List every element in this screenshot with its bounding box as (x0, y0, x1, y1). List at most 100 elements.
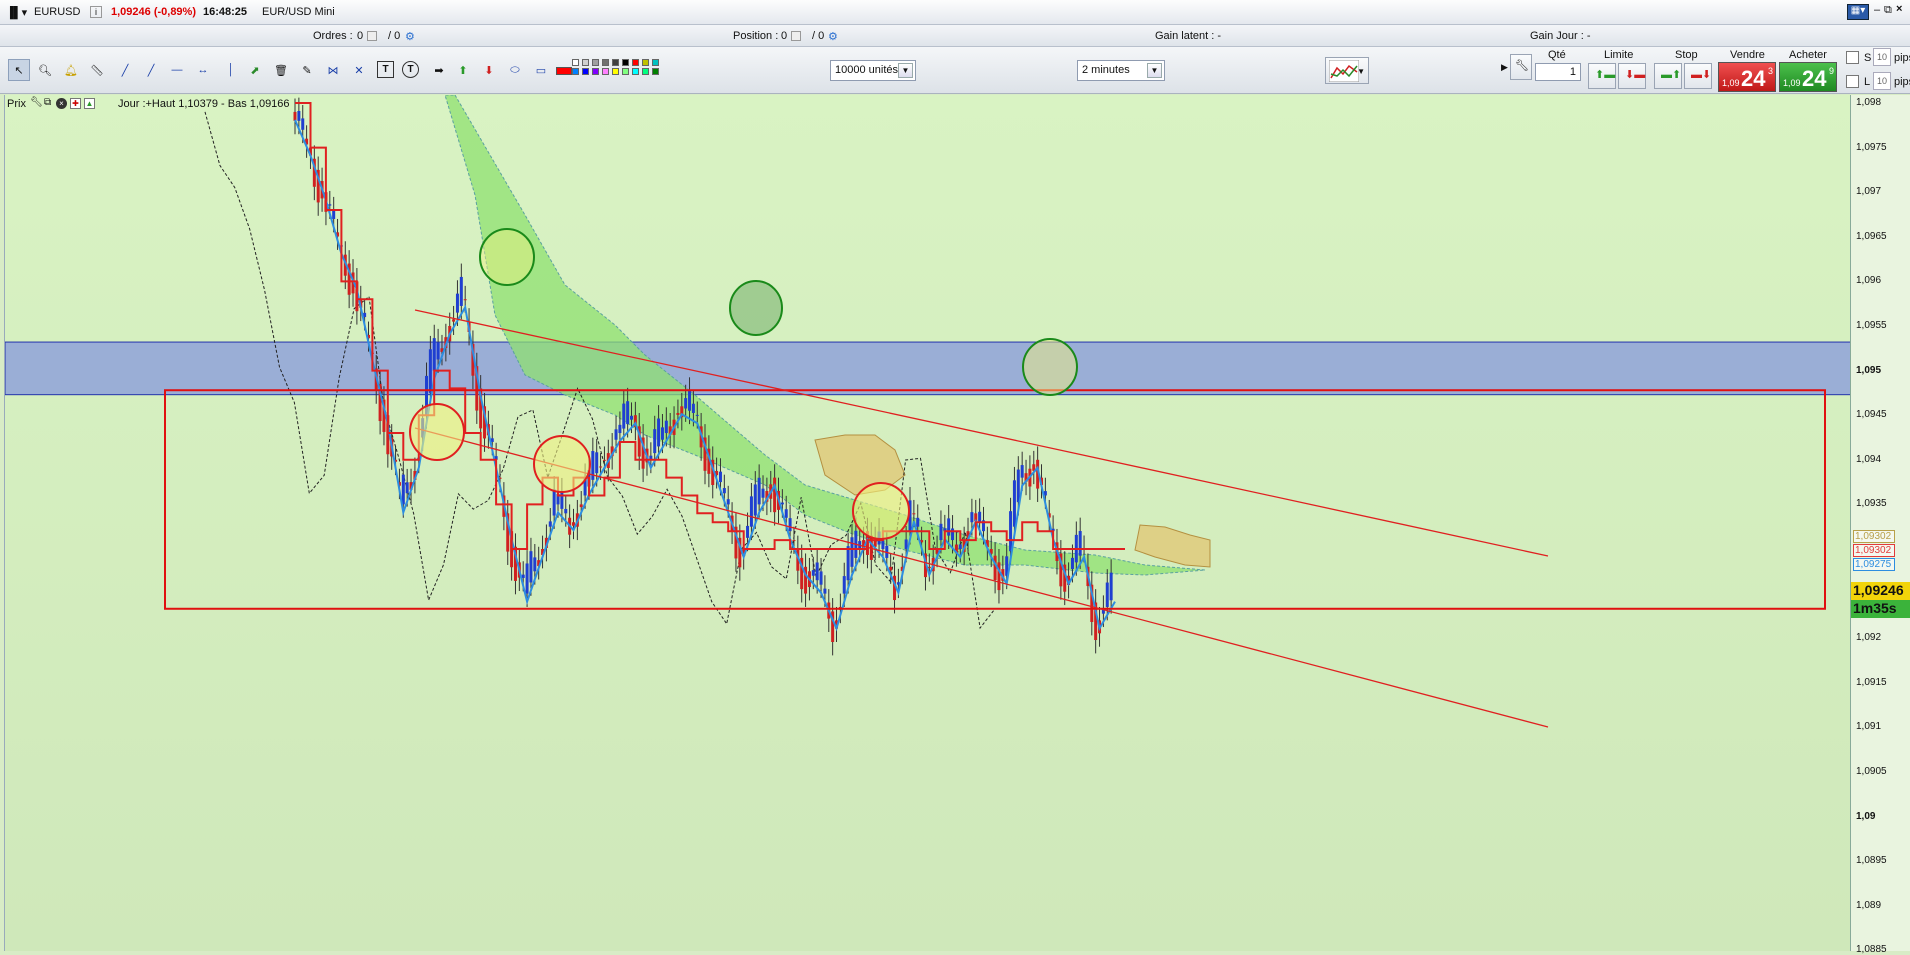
close-position-icon[interactable] (791, 31, 801, 41)
segment-tool-icon[interactable]: ╱ (114, 59, 136, 81)
channel-tool-icon[interactable]: ⬈ (244, 59, 266, 81)
minimize-icon[interactable]: – (1874, 4, 1880, 16)
position-link-icon[interactable]: ⚙ (828, 30, 838, 43)
color-swatch[interactable] (572, 68, 579, 75)
color-swatch[interactable] (612, 59, 619, 66)
color-swatch[interactable] (652, 68, 659, 75)
axis-tick-label: 1,09 (1856, 810, 1876, 822)
sell-stop-button[interactable]: ▬⬇ (1684, 63, 1712, 89)
color-swatch[interactable] (592, 59, 599, 66)
candle-body (332, 210, 336, 219)
chevron-down-icon[interactable]: ▼ (898, 63, 913, 78)
candle-body (726, 499, 730, 505)
stop-checkbox[interactable] (1846, 51, 1859, 64)
sell-limit-button[interactable]: ⬇▬ (1618, 63, 1646, 89)
text-tool-icon[interactable]: T (377, 61, 394, 78)
horizontal-ray-icon[interactable]: ↔ (192, 59, 214, 81)
collapse-panel-icon[interactable]: ▶ (1501, 62, 1508, 73)
text-bubble-icon[interactable]: T (402, 61, 419, 78)
restore-icon[interactable]: ⧉ (1884, 4, 1892, 17)
swing-high-circle (1022, 338, 1078, 396)
color-swatch[interactable] (612, 68, 619, 75)
color-swatch[interactable] (582, 68, 589, 75)
candle-body (780, 502, 784, 505)
fibonacci-tool-icon[interactable]: ⋈ (322, 59, 344, 81)
indicator-price-tag: 1,09275 (1853, 558, 1895, 571)
color-swatch[interactable] (592, 68, 599, 75)
color-swatch[interactable] (602, 59, 609, 66)
sell-label: Vendre (1730, 49, 1765, 61)
buy-stop-button[interactable]: ▬⬆ (1654, 63, 1682, 89)
color-swatch[interactable] (622, 59, 629, 66)
properties-tool-icon[interactable]: ✎ (296, 59, 318, 81)
orders-of: / 0 (388, 30, 401, 42)
limit-pips-input[interactable]: 10 (1873, 72, 1891, 90)
candle-body (630, 415, 634, 420)
color-swatch[interactable] (642, 68, 649, 75)
buy-limit-button[interactable]: ⬆▬ (1588, 63, 1616, 89)
ruler-tool-icon[interactable]: 📏︎ (86, 59, 108, 81)
buy-button[interactable]: 1,09 24 9 (1779, 62, 1837, 92)
delete-tool-icon[interactable]: 🗑︎ (270, 59, 292, 81)
indicator-icon[interactable]: ✚ (70, 98, 81, 109)
candle-body (525, 563, 529, 594)
alert-tool-icon[interactable]: 🔔︎ (60, 59, 82, 81)
gain-latent: Gain latent : - (1155, 30, 1222, 42)
candle-body (552, 489, 556, 516)
color-swatch[interactable] (602, 68, 609, 75)
timeframe-select[interactable]: 2 minutes ▼ (1077, 60, 1165, 81)
chevron-down-icon[interactable]: ▼ (1147, 63, 1162, 78)
candle-body (548, 521, 552, 527)
selected-color-swatch[interactable] (556, 67, 572, 75)
cancel-orders-icon[interactable] (367, 31, 377, 41)
arrow-right-icon[interactable]: ➡ (428, 59, 450, 81)
close-icon[interactable]: × (56, 98, 67, 109)
bars-icon[interactable]: ▐▌▾ (6, 6, 27, 19)
network-tool-icon[interactable]: ✕ (348, 59, 370, 81)
close-icon[interactable]: × (1896, 3, 1902, 15)
chart-style-button[interactable]: ▼ (1325, 57, 1369, 84)
color-swatch[interactable] (632, 68, 639, 75)
order-settings-button[interactable]: 🔧︎ (1510, 54, 1532, 80)
info-icon[interactable]: i (90, 6, 102, 18)
sell-button[interactable]: 1,09 24 3 (1718, 62, 1776, 92)
limit-checkbox[interactable] (1846, 75, 1859, 88)
candle-body (1020, 465, 1024, 478)
wrench-icon[interactable]: 🔧︎ (30, 97, 43, 108)
limit-l-label: L (1864, 76, 1871, 88)
price-chart[interactable] (4, 94, 1852, 951)
arrow-up-icon[interactable]: ▲ (84, 98, 95, 109)
stop-pips-input[interactable]: 10 (1873, 48, 1891, 66)
color-swatch[interactable] (582, 59, 589, 66)
window-icon[interactable]: ⧉ (44, 97, 51, 108)
pointer-tool-icon[interactable]: ↖ (8, 59, 30, 81)
candle-body (792, 540, 796, 542)
rectangle-tool-icon[interactable]: ▭ (530, 59, 552, 81)
keyboard-icon[interactable]: ▦▾ (1847, 4, 1869, 20)
candle-body (579, 504, 583, 508)
clock: 16:48:25 (203, 6, 248, 18)
ellipse-tool-icon[interactable]: ⬭ (504, 59, 526, 81)
candle-body (757, 477, 761, 505)
line-tool-icon[interactable]: ╱ (140, 59, 162, 81)
arrow-up-icon[interactable]: ⬆ (452, 59, 474, 81)
vertical-line-icon[interactable]: │ (220, 59, 242, 81)
swing-low-circle (533, 435, 591, 493)
color-swatch[interactable] (642, 59, 649, 66)
color-swatch[interactable] (622, 68, 629, 75)
chevron-down-icon[interactable]: ▼ (1357, 67, 1365, 76)
zoom-tool-icon[interactable]: 🔍︎ (34, 59, 56, 81)
price-axis[interactable]: 1,098 1,0975 1,097 1,0965 1,096 1,0955 1,095 1,… (1850, 95, 1910, 955)
qty-input[interactable]: 1 (1535, 63, 1581, 81)
arrow-down-icon[interactable]: ⬇ (478, 59, 500, 81)
candle-body (401, 474, 405, 505)
horizontal-line-icon[interactable]: — (166, 59, 188, 81)
color-swatch[interactable] (632, 59, 639, 66)
chart-canvas[interactable] (4, 94, 1852, 951)
color-swatch[interactable] (572, 59, 579, 66)
candle-body (1012, 480, 1016, 527)
swing-low-circle (409, 403, 465, 461)
color-swatch[interactable] (652, 59, 659, 66)
orders-link-icon[interactable]: ⚙ (405, 30, 415, 43)
units-select[interactable]: 10000 unités ▼ (830, 60, 916, 81)
